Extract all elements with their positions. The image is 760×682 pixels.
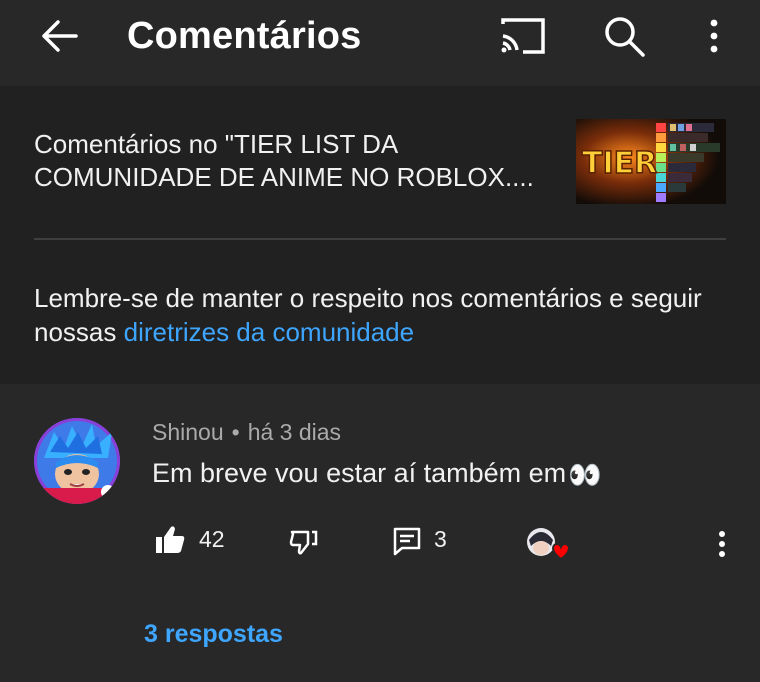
comment-text: Em breve vou estar aí também em👀 — [152, 456, 602, 492]
search-icon[interactable] — [600, 12, 648, 60]
like-count: 42 — [199, 526, 225, 552]
thumbnail-text: TIER — [582, 146, 657, 181]
reply-count: 3 — [434, 526, 447, 552]
video-title[interactable]: Comentários no "TIER LIST DA COMUNIDADE … — [34, 128, 564, 194]
community-guidelines-notice: Lembre-se de manter o respeito nos comen… — [34, 281, 734, 349]
comment-more-icon[interactable] — [712, 524, 732, 564]
reply-icon[interactable] — [392, 526, 422, 556]
thumbs-up-icon[interactable] — [154, 524, 186, 556]
comment-item: Shinou • há 3 dias Em breve vou estar aí t… — [0, 384, 760, 682]
comment-body: Em breve vou estar aí também em — [152, 458, 567, 488]
creator-heart-icon — [525, 524, 575, 570]
avatar[interactable] — [34, 418, 120, 504]
comments-header: Comentários no "TIER LIST DA COMUNIDADE … — [0, 86, 760, 384]
page-title: Comentários — [127, 15, 362, 57]
more-vertical-icon[interactable] — [698, 12, 730, 60]
app-bar: Comentários — [0, 0, 760, 86]
guidelines-link[interactable]: diretrizes da comunidade — [124, 317, 415, 347]
cast-icon[interactable] — [497, 14, 547, 58]
comment-timestamp: há 3 dias — [247, 419, 342, 445]
thumbs-down-icon[interactable] — [288, 526, 320, 558]
divider — [34, 238, 726, 240]
video-thumbnail[interactable]: TIER — [576, 119, 726, 204]
comment-actions: 42 3 — [0, 520, 760, 570]
comment-author[interactable]: Shinou — [152, 419, 224, 445]
meta-separator: • — [231, 419, 240, 445]
video-title-line-1: Comentários no "TIER LIST DA — [34, 129, 399, 159]
back-arrow-icon[interactable] — [36, 12, 84, 60]
comment-meta: Shinou • há 3 dias — [152, 418, 341, 446]
eyes-emoji: 👀 — [568, 459, 602, 490]
video-title-line-2: COMUNIDADE DE ANIME NO ROBLOX.... — [34, 162, 534, 192]
view-replies-link[interactable]: 3 respostas — [144, 620, 283, 649]
